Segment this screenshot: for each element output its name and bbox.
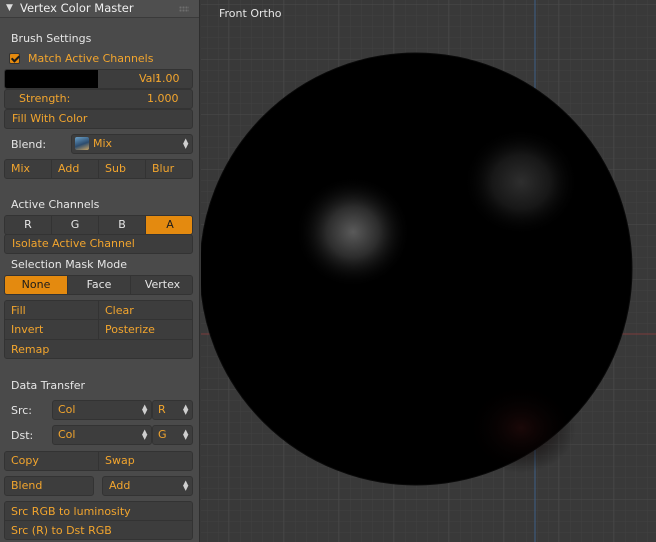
blend-add-button[interactable]: Add <box>52 160 99 178</box>
src-layer-dropdown[interactable]: Col ▲ ▼ <box>52 400 152 420</box>
blend-mode-value: Mix <box>93 137 113 150</box>
panel-header[interactable]: ▼ Vertex Color Master <box>0 0 199 18</box>
match-active-channels-label[interactable]: Match Active Channels <box>28 52 153 65</box>
mask-none-button[interactable]: None <box>5 276 68 294</box>
channel-b-button[interactable]: B <box>99 216 146 234</box>
selection-mask-heading: Selection Mask Mode <box>11 258 127 271</box>
view-label: Front Ortho <box>219 7 282 20</box>
channel-g-button[interactable]: G <box>52 216 99 234</box>
clear-button[interactable]: Clear <box>99 301 192 320</box>
color-val-row: Val: 1.00 <box>4 69 193 89</box>
collapse-arrow-icon[interactable]: ▼ <box>6 3 13 13</box>
strength-slider[interactable]: Strength: 1.000 <box>4 89 193 109</box>
selection-mask-row: None Face Vertex <box>4 275 193 295</box>
src-rgb-to-luminosity-button[interactable]: Src RGB to luminosity <box>5 502 192 521</box>
fill-with-color-button[interactable]: Fill With Color <box>4 109 193 129</box>
rgb-transfer-buttons: Src RGB to luminosity Src (R) to Dst RGB <box>4 501 193 540</box>
src-channel-value: R <box>158 403 166 416</box>
copy-button[interactable]: Copy <box>5 452 99 470</box>
blend-transfer-mode-dropdown[interactable]: Add ▲ ▼ <box>102 476 193 496</box>
updown-arrow-icon: ▲ ▼ <box>183 137 189 150</box>
remap-button[interactable]: Remap <box>5 340 192 358</box>
vertex-color-master-panel: ▼ Vertex Color Master Brush Settings Mat… <box>0 0 200 542</box>
active-channels-heading: Active Channels <box>11 198 100 211</box>
blend-sub-button[interactable]: Sub <box>99 160 146 178</box>
blend-transfer-button[interactable]: Blend <box>4 476 94 496</box>
mask-vertex-button[interactable]: Vertex <box>131 276 192 294</box>
updown-arrow-icon: ▲ ▼ <box>142 428 148 441</box>
src-label: Src: <box>11 404 33 417</box>
color-swatch[interactable] <box>5 70 98 88</box>
updown-arrow-icon: ▲ ▼ <box>142 403 148 416</box>
fill-button[interactable]: Fill <box>5 301 99 320</box>
channel-a-button[interactable]: A <box>146 216 192 234</box>
isolate-active-channel-label: Isolate Active Channel <box>12 237 135 250</box>
dst-label: Dst: <box>11 429 34 442</box>
blend-mix-button[interactable]: Mix <box>5 160 52 178</box>
blend-label: Blend: <box>11 138 47 151</box>
strength-label: Strength: <box>19 92 71 105</box>
panel-title: Vertex Color Master <box>20 1 134 15</box>
sphere-highlight-bottom <box>466 383 576 473</box>
blend-mode-dropdown[interactable]: Mix ▲ ▼ <box>71 134 193 154</box>
blend-transfer-label: Blend <box>11 479 43 492</box>
swap-button[interactable]: Swap <box>99 452 192 470</box>
blend-mode-icon <box>75 137 89 150</box>
match-active-channels-checkbox[interactable] <box>9 53 20 64</box>
channel-toggle-row: R G B A <box>4 215 193 235</box>
ops-grid: Fill Clear Invert Posterize Remap <box>4 300 193 359</box>
viewport-canvas[interactable]: Front Ortho <box>201 0 656 542</box>
invert-button[interactable]: Invert <box>5 320 99 340</box>
posterize-button[interactable]: Posterize <box>99 320 192 340</box>
fill-with-color-label: Fill With Color <box>12 112 88 125</box>
blend-blur-button[interactable]: Blur <box>146 160 192 178</box>
mask-face-button[interactable]: Face <box>68 276 131 294</box>
data-transfer-heading: Data Transfer <box>11 379 85 392</box>
dst-channel-value: G <box>158 428 167 441</box>
drag-grip-icon[interactable] <box>179 6 189 12</box>
blend-buttons-row: Mix Add Sub Blur <box>4 159 193 179</box>
updown-arrow-icon: ▲ ▼ <box>183 403 189 416</box>
brush-settings-heading: Brush Settings <box>11 32 92 45</box>
updown-arrow-icon: ▲ ▼ <box>183 428 189 441</box>
val-field[interactable]: 1.00 <box>155 72 180 85</box>
strength-value: 1.000 <box>147 92 179 105</box>
3d-viewport[interactable]: Front Ortho <box>201 0 656 542</box>
src-channel-dropdown[interactable]: R ▲ ▼ <box>152 400 193 420</box>
dst-layer-dropdown[interactable]: Col ▲ ▼ <box>52 425 152 445</box>
updown-arrow-icon: ▲ ▼ <box>183 479 189 492</box>
sphere-highlight-left <box>295 176 411 288</box>
dst-channel-dropdown[interactable]: G ▲ ▼ <box>152 425 193 445</box>
dst-layer-value: Col <box>58 428 76 441</box>
copy-swap-row: Copy Swap <box>4 451 193 471</box>
isolate-active-channel-button[interactable]: Isolate Active Channel <box>4 234 193 254</box>
src-to-dst-rgb-button[interactable]: Src (R) to Dst RGB <box>5 521 192 539</box>
channel-r-button[interactable]: R <box>5 216 52 234</box>
sphere-highlight-right <box>463 128 579 236</box>
blend-transfer-mode-value: Add <box>109 479 131 492</box>
src-layer-value: Col <box>58 403 76 416</box>
